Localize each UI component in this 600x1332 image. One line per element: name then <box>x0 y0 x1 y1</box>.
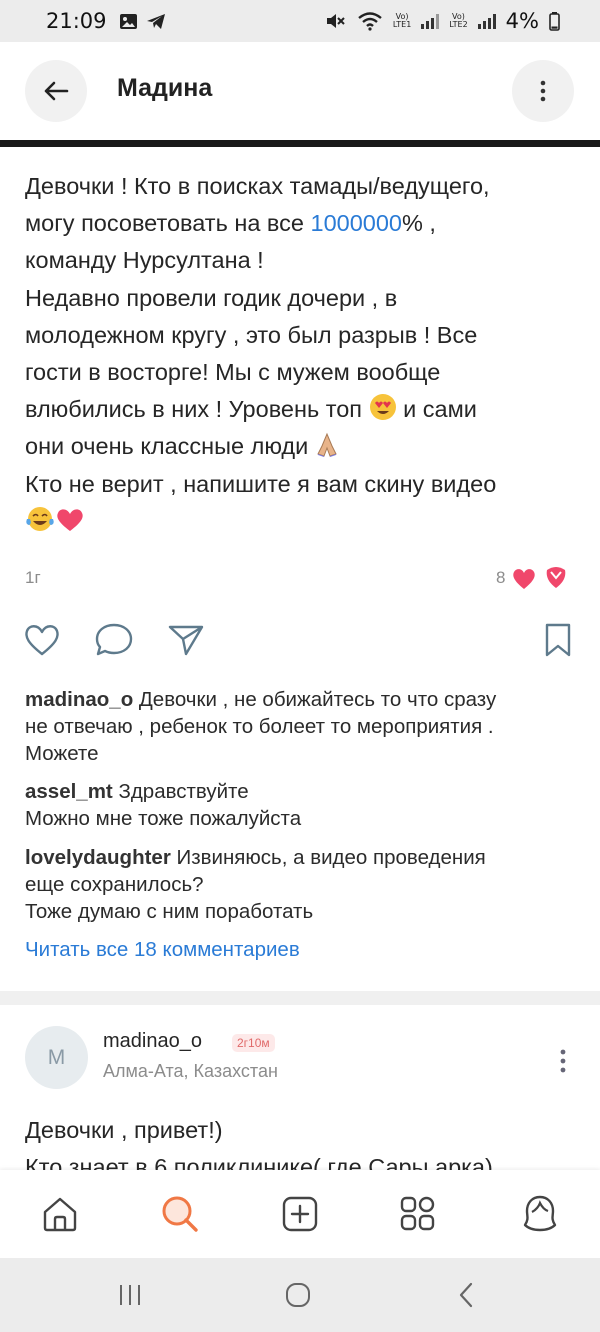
profile-icon <box>523 1195 557 1232</box>
header-divider <box>0 140 600 147</box>
comment-text: не отвечаю , ребенок то болеет то меропр… <box>25 715 494 738</box>
tab-add-post[interactable] <box>280 1194 320 1234</box>
post-text-fragment: % , <box>402 210 436 237</box>
tab-home[interactable] <box>40 1194 80 1234</box>
back-nav-button[interactable] <box>446 1280 486 1310</box>
post-text-fragment: они очень классные люди <box>25 433 315 460</box>
back-button[interactable] <box>25 60 87 122</box>
home-icon <box>43 1197 77 1232</box>
bookmark-icon <box>545 623 571 657</box>
post-text-fragment: могу посоветовать на все <box>25 210 311 237</box>
volte-lte1-icon: Vo) LTE1 <box>392 12 412 29</box>
battery-icon <box>549 11 560 31</box>
post-line: команду Нурсултана ! <box>25 247 264 274</box>
praying-hands-emoji-icon <box>317 433 337 458</box>
status-time: 21:09 <box>46 9 107 33</box>
comment-text: еще сохранилось? <box>25 873 204 896</box>
heart-eyes-emoji-icon <box>369 394 396 421</box>
home-circle-icon <box>286 1283 310 1307</box>
tears-of-joy-emoji-icon <box>26 506 54 531</box>
post-line: Кто знает в 6 поликлинике( где Сары арка… <box>25 1154 493 1170</box>
post-location: Алма-Ата, Казахстан <box>103 1061 278 1081</box>
home-nav-button[interactable] <box>278 1280 318 1310</box>
comment-text: Можно мне тоже пожалуйста <box>25 807 302 830</box>
chevron-left-icon <box>459 1282 473 1308</box>
comment-bubble-icon <box>95 623 133 656</box>
wifi-icon <box>358 12 382 31</box>
post-more-button[interactable] <box>548 1046 578 1076</box>
more-vertical-icon <box>540 80 546 102</box>
gallery-icon <box>119 13 137 29</box>
post-text: Девочки , привет!) Кто знает в 6 поликли… <box>25 1112 585 1170</box>
send-icon <box>168 625 204 656</box>
comment-item[interactable]: madinao_o Девочки , не обижайтесь то что… <box>25 686 580 767</box>
comment-username[interactable]: assel_mt <box>25 780 113 803</box>
post-text-fragment: влюбились в них ! Уровень топ <box>25 396 369 423</box>
avatar[interactable]: M <box>25 1026 88 1089</box>
signal-2-icon <box>477 13 496 29</box>
comment-text: Девочки , не обижайтесь то что сразу <box>133 688 497 711</box>
tab-search[interactable] <box>160 1194 200 1234</box>
recent-apps-icon <box>120 1285 140 1305</box>
post-line: они очень классные люди <box>25 428 585 465</box>
app-header: Мадина <box>0 42 600 142</box>
share-button[interactable] <box>166 620 206 660</box>
likes-count: 8 <box>496 568 506 587</box>
post-line: Девочки , привет!) <box>25 1117 223 1143</box>
like-button[interactable] <box>22 620 62 660</box>
post-line: могу посоветовать на все 1000000% , <box>25 205 585 242</box>
post-line: молодежном кругу , это был разрыв ! Все <box>25 321 478 348</box>
time-badge: 2г10м <box>232 1034 275 1052</box>
post-text-fragment: и сами <box>396 396 477 423</box>
post-actions <box>0 620 600 664</box>
comment-button[interactable] <box>94 620 134 660</box>
comment-text: Тоже думаю с ним поработать <box>25 900 314 923</box>
signal-1-icon <box>421 13 440 29</box>
status-system-icons: Vo) LTE1 Vo) LTE2 4% <box>325 9 560 33</box>
post-line: влюбились в них ! Уровень топ и сами <box>25 391 585 428</box>
post-line: гости в восторге! Мы с мужем вообще <box>25 359 441 386</box>
bookmark-button[interactable] <box>538 620 578 660</box>
flower-reaction-icon <box>547 567 566 588</box>
post-line: Девочки ! Кто в поисках тамады/ведущего, <box>25 173 490 199</box>
post-line <box>25 503 585 540</box>
post-line: Недавно провели годик дочери , в <box>25 284 398 311</box>
volte-lte2-icon: Vo) LTE2 <box>449 12 468 29</box>
bottom-tab-bar <box>0 1170 600 1258</box>
tab-services[interactable] <box>398 1194 438 1234</box>
reactions-summary[interactable]: 8 <box>496 566 569 590</box>
read-all-comments-link[interactable]: Читать все 18 комментариев <box>25 938 300 962</box>
comment-item[interactable]: assel_mt Здравствуйте Можно мне тоже пож… <box>25 778 580 832</box>
services-grid-icon <box>400 1196 435 1231</box>
post-separator <box>0 991 600 1005</box>
comment-username[interactable]: lovelydaughter <box>25 846 171 869</box>
more-vertical-icon <box>560 1049 566 1073</box>
arrow-left-icon <box>44 81 69 101</box>
post-text: Девочки ! Кто в поисках тамады/ведущего,… <box>25 168 585 540</box>
mute-icon <box>326 14 345 28</box>
search-icon <box>162 1196 198 1232</box>
post-age: 1г <box>25 568 41 587</box>
comment-text: Здравствуйте <box>112 780 249 803</box>
pink-heart-emoji-icon <box>57 509 83 531</box>
recent-apps-button[interactable] <box>110 1280 150 1310</box>
comment-username[interactable]: madinao_o <box>25 688 133 711</box>
heart-icon <box>25 625 59 656</box>
post-author[interactable]: madinao_o <box>103 1030 202 1053</box>
status-bar: 21:09 Vo) LTE1 Vo) LTE2 4% <box>0 0 600 42</box>
battery-percent: 4% <box>505 9 539 33</box>
page-title: Мадина <box>117 74 213 102</box>
comment-text: Извиняюсь, а видео проведения <box>170 846 486 869</box>
system-navigation-bar <box>0 1258 600 1332</box>
telegram-icon <box>146 13 165 29</box>
post-line: Кто не верит , напишите я вам скину виде… <box>25 470 497 497</box>
more-options-button[interactable] <box>512 60 574 122</box>
comment-item[interactable]: lovelydaughter Извиняюсь, а видео провед… <box>25 844 580 925</box>
add-post-icon <box>282 1196 318 1232</box>
status-notification-icons <box>119 13 166 30</box>
comment-text: Можете <box>25 742 99 765</box>
heart-reaction-icon <box>513 568 536 589</box>
number-link[interactable]: 1000000 <box>311 210 403 236</box>
tab-profile[interactable] <box>520 1194 560 1234</box>
